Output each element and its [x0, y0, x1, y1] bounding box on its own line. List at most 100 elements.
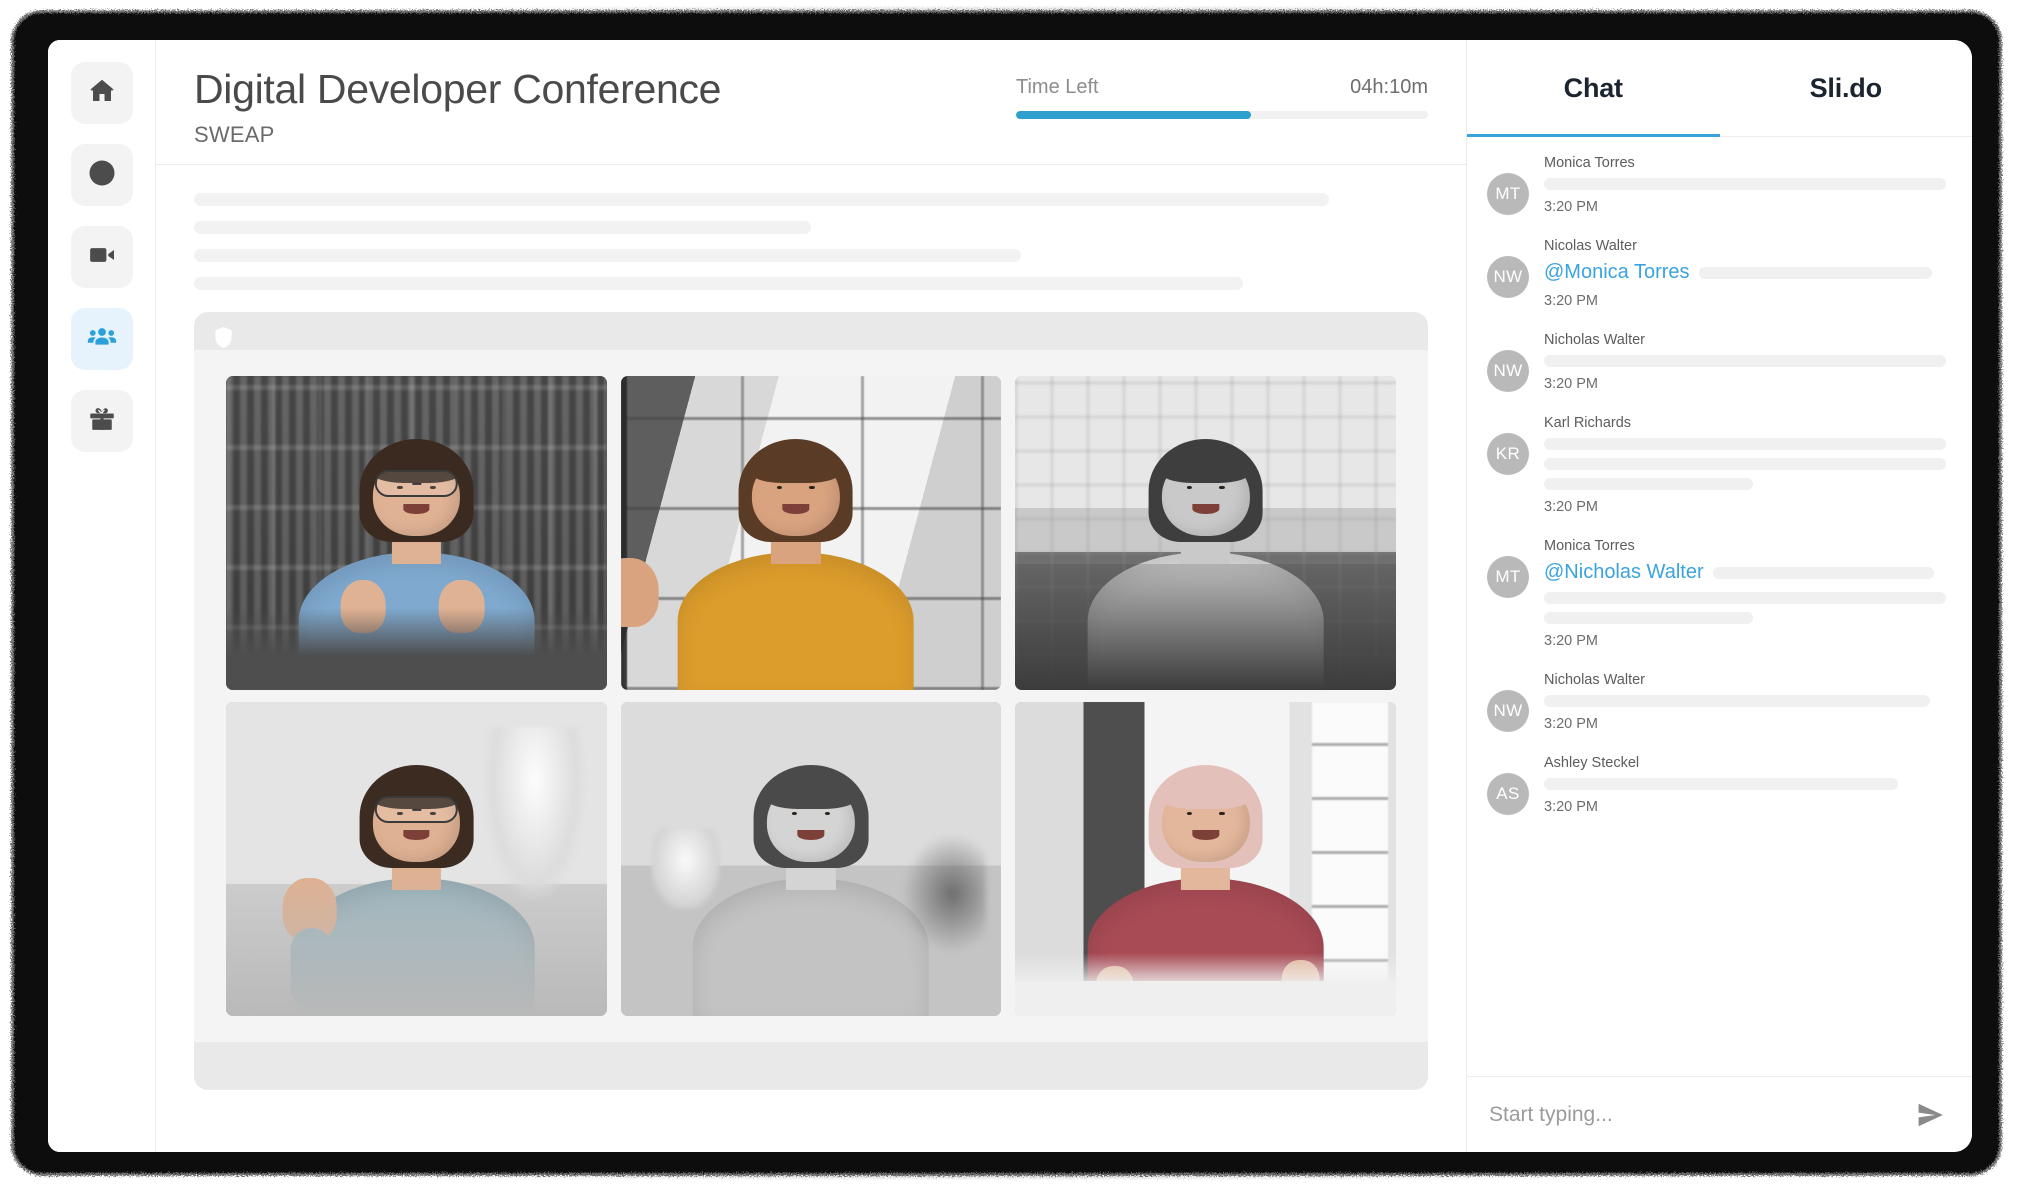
chat-message-author: Monica Torres [1544, 538, 1635, 554]
chat-message-author: Karl Richards [1544, 415, 1632, 431]
video-tile[interactable] [1015, 702, 1396, 1016]
chat-message-line [1544, 612, 1754, 624]
chat-message-body: Karl Richards 3:20 PM [1544, 415, 1946, 515]
chat-message-line [1544, 695, 1930, 707]
chat-message: MT Monica Torres @Nicholas Walter 3:20 PM [1487, 538, 1946, 649]
chat-message-time: 3:20 PM [1544, 716, 1598, 732]
chat-message-line [1712, 566, 1934, 579]
participant-figure [620, 376, 1002, 690]
chat-message-line [1544, 478, 1754, 490]
avatar: NW [1487, 256, 1529, 298]
chat-message-author: Monica Torres [1544, 155, 1635, 171]
video-tile-background [620, 376, 1002, 690]
chat-tabs: Chat Sli.do [1467, 40, 1972, 137]
chat-message-body: Ashley Steckel 3:20 PM [1544, 755, 1946, 815]
chat-input-bar [1467, 1076, 1972, 1152]
placeholder-line [194, 249, 1021, 262]
gift-icon [87, 404, 117, 439]
participant-figure [1015, 702, 1396, 1016]
sidebar-item-rewards[interactable] [70, 390, 133, 452]
avatar: MT [1487, 556, 1529, 598]
video-stage-footer [194, 1042, 1428, 1090]
chat-mention[interactable]: @Monica Torres [1544, 261, 1690, 284]
chat-message-line [1544, 458, 1946, 470]
chat-message: KR Karl Richards 3:20 PM [1487, 415, 1946, 515]
chat-message-body: Monica Torres @Nicholas Walter 3:20 PM [1544, 538, 1946, 649]
chat-message-body: Nicholas Walter 3:20 PM [1544, 332, 1946, 392]
sidebar-item-schedule[interactable] [70, 144, 133, 206]
video-grid [226, 376, 1396, 1016]
video-tile[interactable] [620, 376, 1002, 690]
participant-figure [226, 376, 607, 690]
chat-message-time: 3:20 PM [1544, 376, 1598, 392]
chat-message-line [1544, 178, 1946, 190]
participant-figure [1015, 376, 1396, 690]
sidebar-item-participants[interactable] [70, 308, 133, 370]
clock-icon [87, 158, 117, 193]
avatar: MT [1487, 173, 1529, 215]
chat-message-line [1544, 438, 1946, 450]
title-block: Digital Developer Conference SWEAP [194, 66, 721, 148]
page-header: Digital Developer Conference SWEAP Time … [156, 40, 1466, 165]
content-area [156, 165, 1466, 1152]
time-left-value: 04h:10m [1350, 76, 1428, 98]
sidebar-item-video[interactable] [70, 226, 133, 288]
chat-message-body: Nicolas Walter @Monica Torres 3:20 PM [1544, 238, 1946, 309]
chat-message-time: 3:20 PM [1544, 293, 1598, 309]
chat-mention[interactable]: @Nicholas Walter [1544, 561, 1704, 584]
chat-message: NW Nicholas Walter 3:20 PM [1487, 332, 1946, 392]
left-sidebar [48, 40, 156, 1152]
chat-message-line [1544, 592, 1946, 604]
page-subtitle: SWEAP [194, 122, 275, 148]
chat-message: NW Nicholas Walter 3:20 PM [1487, 672, 1946, 732]
avatar: KR [1487, 433, 1529, 475]
app-window: Digital Developer Conference SWEAP Time … [48, 40, 1972, 1152]
chat-message-line [1544, 355, 1946, 367]
chat-message-body: Monica Torres 3:20 PM [1544, 155, 1946, 215]
chat-message-author: Nicholas Walter [1544, 672, 1645, 688]
video-tile-background [226, 702, 607, 1016]
time-left-label: Time Left [1016, 76, 1099, 98]
main-column: Digital Developer Conference SWEAP Time … [156, 40, 1466, 1152]
video-tile-background [1015, 376, 1396, 690]
home-icon [87, 76, 117, 111]
chat-message-author: Nicholas Walter [1544, 332, 1645, 348]
video-tile-background [620, 702, 1002, 1016]
chat-message-list: MT Monica Torres 3:20 PM NW Nicolas Walter @M… [1467, 137, 1972, 1076]
video-stage [194, 312, 1428, 1090]
chat-message: NW Nicolas Walter @Monica Torres 3:20 PM [1487, 238, 1946, 309]
tab-slido[interactable]: Sli.do [1720, 40, 1973, 136]
page-title: Digital Developer Conference [194, 66, 722, 112]
avatar: NW [1487, 350, 1529, 392]
video-tile[interactable] [1015, 376, 1396, 690]
chat-message-time: 3:20 PM [1544, 199, 1598, 215]
avatar: NW [1487, 690, 1529, 732]
chat-message-author: Nicolas Walter [1544, 238, 1637, 254]
chat-message-time: 3:20 PM [1544, 633, 1598, 649]
placeholder-line [194, 277, 1243, 290]
video-tile[interactable] [226, 376, 607, 690]
send-icon[interactable] [1916, 1101, 1944, 1129]
chat-message-author: Ashley Steckel [1544, 755, 1640, 771]
participant-figure [226, 702, 607, 1016]
video-tile-background [226, 376, 607, 690]
chat-panel: Chat Sli.do MT Monica Torres 3:20 PM NW Nicol… [1466, 40, 1972, 1152]
chat-message-time: 3:20 PM [1544, 499, 1598, 515]
time-progress-track [1016, 111, 1428, 119]
video-tile[interactable] [620, 702, 1002, 1016]
sidebar-item-home[interactable] [70, 62, 133, 124]
time-progress-fill [1016, 111, 1251, 119]
video-tile[interactable] [226, 702, 607, 1016]
placeholder-line [194, 193, 1330, 206]
chat-message-line [1698, 266, 1932, 279]
placeholder-line [194, 221, 811, 234]
chat-input[interactable] [1489, 1102, 1904, 1127]
avatar: AS [1487, 773, 1529, 815]
time-left-widget: Time Left 04h:10m [1016, 76, 1428, 119]
chat-message: MT Monica Torres 3:20 PM [1487, 155, 1946, 215]
video-icon [87, 240, 117, 275]
chat-message-time: 3:20 PM [1544, 799, 1598, 815]
placeholder-text-block [194, 193, 1428, 290]
chat-message-line [1544, 778, 1898, 790]
tab-chat[interactable]: Chat [1467, 40, 1720, 137]
